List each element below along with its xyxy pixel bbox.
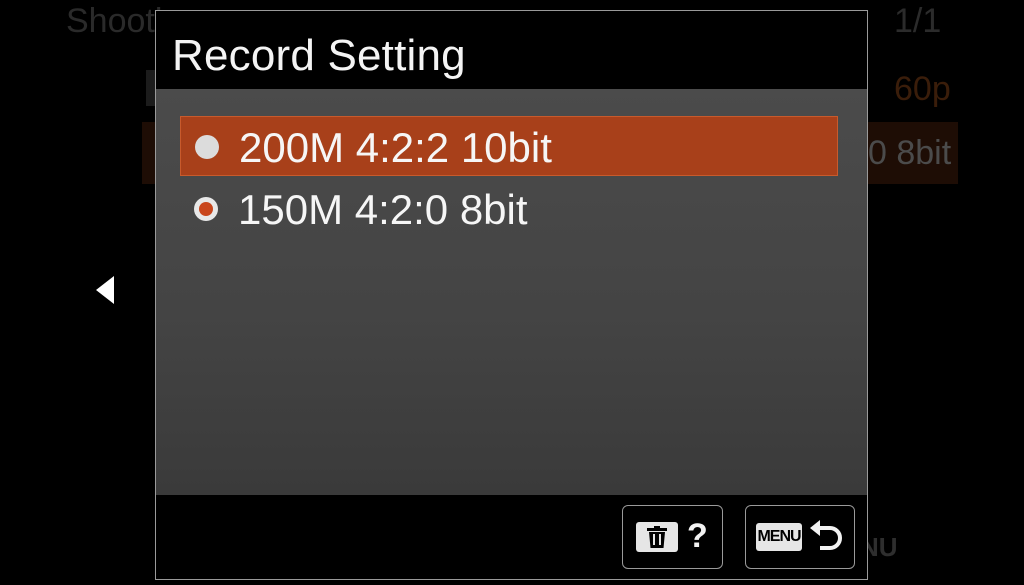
record-setting-dialog: Record Setting 200M 4:2:2 10bit 150M 4:2… [155, 10, 868, 580]
option-label: 150M 4:2:0 8bit [238, 186, 528, 233]
menu-back-button[interactable]: MENU [745, 505, 855, 569]
option-150m-420-8bit[interactable]: 150M 4:2:0 8bit [180, 179, 838, 239]
left-arrow-icon[interactable] [96, 276, 114, 304]
background-menu-header: Shooti [66, 2, 163, 40]
options-panel: 200M 4:2:2 10bit 150M 4:2:0 8bit [156, 89, 867, 495]
radio-unchecked-icon [195, 135, 219, 159]
menu-key-icon: MENU [756, 523, 802, 551]
option-200m-422-10bit[interactable]: 200M 4:2:2 10bit [180, 116, 838, 176]
background-row1-value: 60p [894, 70, 951, 108]
help-icon: ? [687, 517, 708, 555]
trash-icon [636, 522, 678, 552]
background-page-indicator: 1/1 [894, 2, 942, 40]
menu-key-label: MENU [757, 528, 801, 545]
option-label: 200M 4:2:2 10bit [239, 124, 552, 171]
camera-screen: Shooti 1/1 60p 0 8bit NU Record Setting … [0, 0, 1024, 585]
dialog-footer: ? MENU [156, 495, 867, 579]
dialog-title: Record Setting [172, 31, 466, 80]
dialog-header: Record Setting [156, 11, 867, 89]
return-arrow-icon [810, 520, 842, 550]
delete-help-button[interactable]: ? [622, 505, 723, 569]
radio-checked-icon [194, 197, 218, 221]
background-row2-value: 0 8bit [868, 134, 952, 172]
